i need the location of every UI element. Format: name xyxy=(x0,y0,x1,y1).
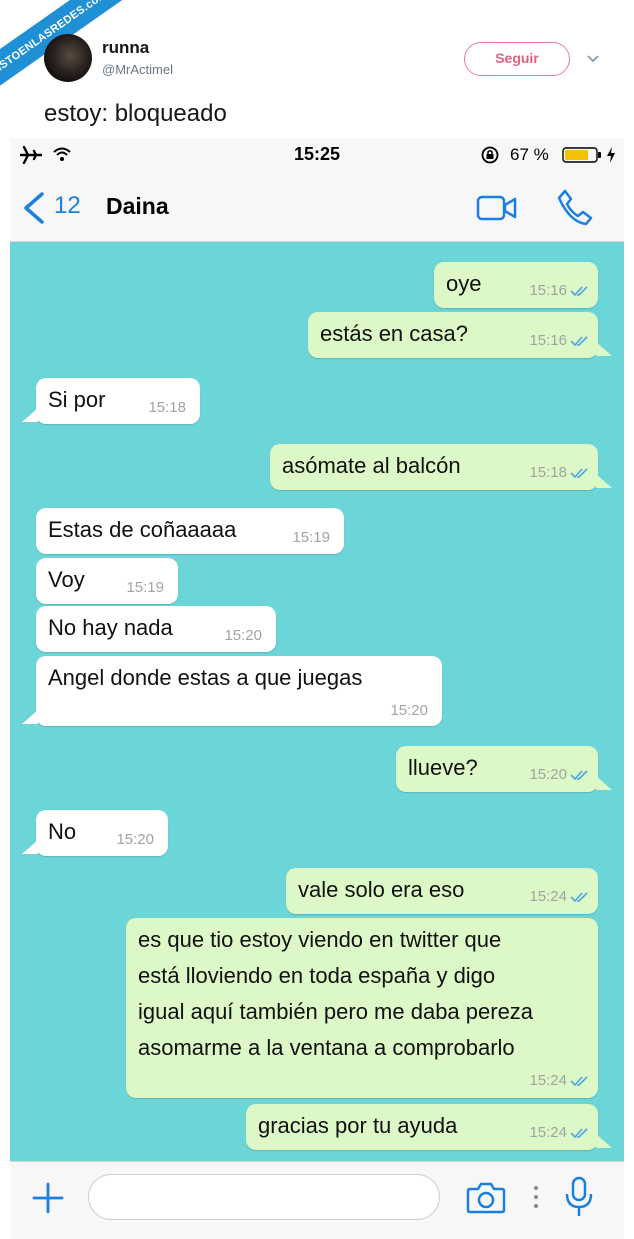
message-time: 15:18 xyxy=(529,464,590,481)
message-time: 15:16 xyxy=(529,282,590,299)
charging-icon xyxy=(607,147,615,163)
display-name[interactable]: runna xyxy=(102,38,149,58)
message-outgoing[interactable]: asómate al balcón 15:18 xyxy=(270,444,598,490)
chat-header: 12 Daina xyxy=(10,172,624,242)
avatar[interactable] xyxy=(44,34,92,82)
follow-button[interactable]: Seguir xyxy=(464,42,570,76)
plus-icon[interactable] xyxy=(32,1182,64,1214)
message-outgoing[interactable]: llueve? 15:20 xyxy=(396,746,598,792)
message-time: 15:19 xyxy=(126,579,164,596)
camera-icon[interactable] xyxy=(466,1180,506,1214)
bubble-tail xyxy=(596,342,612,356)
message-time: 15:19 xyxy=(292,529,330,546)
bubble-tail xyxy=(596,474,612,488)
message-time: 15:16 xyxy=(529,332,590,349)
tweet-text: estoy: bloqueado xyxy=(44,100,227,127)
message-time: 15:20 xyxy=(116,831,154,848)
message-text: llueve? xyxy=(408,755,478,780)
bubble-tail xyxy=(596,1134,612,1148)
double-check-icon xyxy=(570,336,588,347)
bubble-tail xyxy=(596,776,612,790)
message-incoming[interactable]: No 15:20 xyxy=(36,810,168,856)
double-check-icon xyxy=(570,468,588,479)
double-check-icon xyxy=(570,286,588,297)
message-time: 15:20 xyxy=(529,766,590,783)
video-call-icon[interactable] xyxy=(476,194,518,222)
microphone-icon[interactable] xyxy=(564,1176,594,1218)
phone-call-icon[interactable] xyxy=(556,188,594,226)
message-time: 15:18 xyxy=(148,399,186,416)
double-check-icon xyxy=(570,770,588,781)
bubble-tail xyxy=(22,408,38,422)
double-check-icon xyxy=(570,1128,588,1139)
tweet-header: VISTOENLASREDES.com runna @MrActimel Seg… xyxy=(0,0,634,138)
message-time: 15:24 xyxy=(529,1072,590,1089)
message-text: estás en casa? xyxy=(320,321,468,346)
message-text: Estas de coñaaaaa xyxy=(48,517,237,542)
message-text: gracias por tu ayuda xyxy=(258,1113,458,1138)
battery-percentage: 67 % xyxy=(510,145,549,164)
message-incoming[interactable]: No hay nada 15:20 xyxy=(36,606,276,652)
message-input[interactable] xyxy=(88,1174,440,1220)
back-chevron-icon[interactable] xyxy=(22,192,46,224)
message-text: Angel donde estas a que juegas xyxy=(48,665,363,690)
message-incoming[interactable]: Estas de coñaaaaa 15:19 xyxy=(36,508,344,554)
double-check-icon xyxy=(570,1076,588,1087)
message-text: asómate al balcón xyxy=(282,453,461,478)
more-dots-icon[interactable] xyxy=(532,1184,540,1210)
message-outgoing[interactable]: estás en casa? 15:16 xyxy=(308,312,598,358)
message-time: 15:20 xyxy=(224,627,262,644)
message-outgoing[interactable]: vale solo era eso 15:24 xyxy=(286,868,598,914)
bubble-tail xyxy=(22,840,38,854)
message-incoming[interactable]: Voy 15:19 xyxy=(36,558,178,604)
message-time: 15:20 xyxy=(390,702,428,719)
double-check-icon xyxy=(570,892,588,903)
status-bar: 15:25 67 % xyxy=(10,138,624,172)
message-outgoing[interactable]: oye 15:16 xyxy=(434,262,598,308)
message-text-line: está lloviendo en toda españa y digo xyxy=(138,963,496,988)
chevron-down-icon[interactable] xyxy=(586,52,600,66)
chat-screenshot: 15:25 67 % 12 Daina oye 15:16 estás en c… xyxy=(10,138,624,1239)
message-text: No xyxy=(48,819,77,844)
message-time: 15:24 xyxy=(529,888,590,905)
message-outgoing[interactable]: gracias por tu ayuda 15:24 xyxy=(246,1104,598,1150)
bubble-tail xyxy=(22,710,38,724)
message-composer xyxy=(10,1161,624,1239)
battery-icon xyxy=(562,147,601,163)
message-text: Si por xyxy=(48,387,106,412)
message-outgoing[interactable]: es que tio estoy viendo en twitter que e… xyxy=(126,918,598,1098)
message-text: No hay nada xyxy=(48,615,173,640)
unread-count[interactable]: 12 xyxy=(54,192,81,220)
message-text-line: asomarme a la ventana a comprobarlo xyxy=(138,1035,515,1060)
message-incoming[interactable]: Si por 15:18 xyxy=(36,378,200,424)
message-time: 15:24 xyxy=(529,1124,590,1141)
rotation-lock-icon xyxy=(481,146,499,164)
message-text: Voy xyxy=(48,567,85,592)
contact-name[interactable]: Daina xyxy=(106,193,169,220)
message-text: oye xyxy=(446,271,482,296)
message-incoming[interactable]: Angel donde estas a que juegas 15:20 xyxy=(36,656,442,726)
user-handle[interactable]: @MrActimel xyxy=(102,62,173,77)
message-text-line: es que tio estoy viendo en twitter que xyxy=(138,927,502,952)
message-text-line: igual aquí también pero me daba pereza xyxy=(138,999,534,1024)
message-text: vale solo era eso xyxy=(298,877,465,902)
